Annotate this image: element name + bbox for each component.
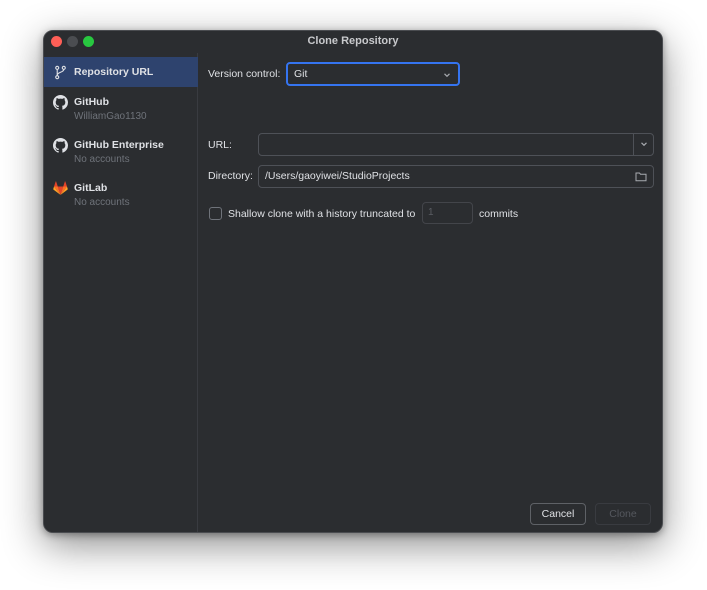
commits-label: commits — [479, 208, 519, 220]
sidebar-item-account: WilliamGao1130 — [74, 111, 147, 122]
sidebar-item-github-enterprise[interactable]: GitHub Enterprise No accounts — [44, 132, 198, 172]
sidebar-item-account: No accounts — [74, 154, 130, 165]
sidebar-item-label: Repository URL — [74, 66, 154, 78]
url-history-button[interactable] — [633, 134, 653, 155]
directory-label: Directory: — [208, 170, 253, 182]
title-bar: Clone Repository — [44, 31, 662, 53]
sidebar: Repository URL GitHub WilliamGao1130 Git… — [44, 53, 198, 532]
folder-icon[interactable] — [635, 171, 647, 182]
chevron-down-icon — [641, 142, 647, 147]
clone-button[interactable]: Clone — [595, 503, 651, 525]
directory-input[interactable]: /Users/gaoyiwei/StudioProjects — [258, 165, 654, 188]
url-label: URL: — [208, 139, 232, 151]
shallow-clone-checkbox[interactable] — [209, 207, 222, 220]
shallow-depth-value: 1 — [428, 207, 434, 218]
shallow-depth-input[interactable]: 1 — [422, 202, 473, 224]
sidebar-item-label: GitLab — [74, 182, 108, 194]
github-icon — [53, 95, 68, 110]
sidebar-item-repository-url[interactable]: Repository URL — [44, 57, 198, 87]
version-control-value: Git — [294, 68, 308, 80]
sidebar-item-github[interactable]: GitHub WilliamGao1130 — [44, 89, 198, 129]
branch-icon — [55, 65, 66, 80]
sidebar-item-account: No accounts — [74, 197, 130, 208]
version-control-select[interactable]: Git — [286, 62, 460, 86]
version-control-label: Version control: — [208, 68, 281, 80]
sidebar-item-label: GitHub — [74, 96, 109, 108]
sidebar-item-label: GitHub Enterprise — [74, 139, 164, 151]
github-icon — [53, 138, 68, 153]
main-panel: Version control: Git URL: Directory: /Us… — [199, 53, 662, 532]
shallow-clone-label: Shallow clone with a history truncated t… — [228, 208, 416, 220]
directory-value: /Users/gaoyiwei/StudioProjects — [265, 170, 410, 182]
window-title: Clone Repository — [307, 35, 399, 47]
url-input[interactable] — [258, 133, 654, 156]
gitlab-icon — [53, 181, 68, 195]
cancel-button[interactable]: Cancel — [530, 503, 586, 525]
sidebar-item-gitlab[interactable]: GitLab No accounts — [44, 175, 198, 215]
chevron-down-icon — [444, 73, 450, 78]
clone-repository-dialog: Clone Repository Repository URL GitHub W… — [43, 30, 663, 533]
